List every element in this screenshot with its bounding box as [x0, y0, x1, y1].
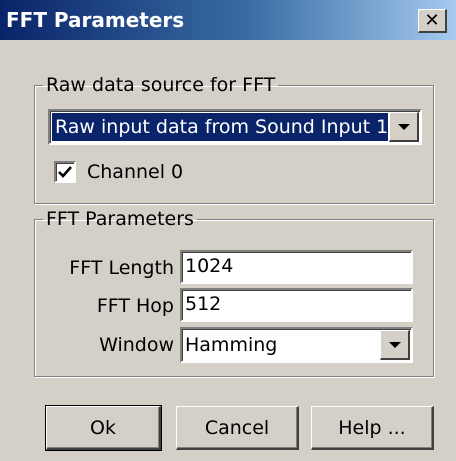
ok-button[interactable]: Ok — [45, 405, 162, 451]
fft-length-label: FFT Length — [69, 257, 174, 279]
fft-hop-label: FFT Hop — [96, 295, 174, 317]
fft-parameters-legend: FFT Parameters — [46, 208, 194, 230]
checkmark-icon — [58, 166, 72, 178]
help-button[interactable]: Help ... — [311, 406, 434, 450]
cancel-button[interactable]: Cancel — [176, 406, 299, 450]
chevron-down-icon — [398, 124, 410, 130]
channel-0-label: Channel 0 — [87, 161, 184, 183]
close-icon: ✕ — [424, 9, 440, 31]
title-bar[interactable]: FFT Parameters ✕ — [0, 0, 456, 40]
window-title: FFT Parameters — [6, 8, 185, 32]
raw-data-source-value: Raw input data from Sound Input 1 — [52, 113, 388, 141]
channel-0-checkbox[interactable] — [54, 161, 76, 183]
raw-data-source-legend: Raw data source for FFT — [46, 74, 276, 96]
window-dropdown-button[interactable] — [380, 330, 410, 360]
chevron-down-icon — [389, 342, 401, 348]
raw-data-source-select[interactable]: Raw input data from Sound Input 1 — [48, 109, 422, 145]
raw-data-source-dropdown-button[interactable] — [389, 112, 419, 142]
window-value: Hamming — [185, 334, 278, 356]
close-button[interactable]: ✕ — [418, 9, 447, 33]
fft-length-input[interactable]: 1024 — [180, 250, 413, 284]
window-label: Window — [99, 334, 174, 356]
fft-parameters-dialog: FFT Parameters ✕ Raw data source for FFT… — [0, 0, 456, 461]
fft-hop-input[interactable]: 512 — [180, 288, 413, 322]
window-select[interactable]: Hamming — [180, 327, 413, 363]
